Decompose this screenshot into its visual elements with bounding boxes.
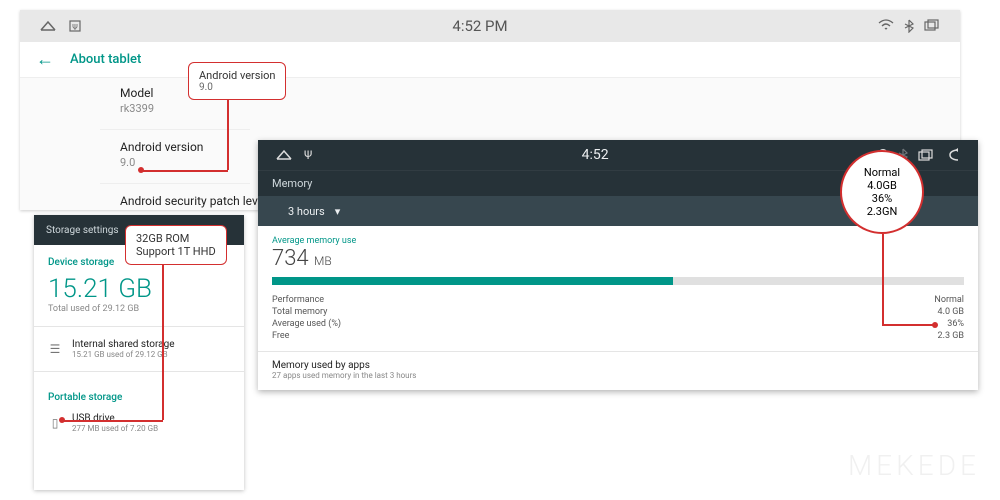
wifi-icon bbox=[878, 19, 894, 33]
stat-value: 4.0 GB bbox=[934, 307, 964, 317]
memory-bar-fill bbox=[272, 277, 673, 285]
avg-memory-number: 734 bbox=[272, 246, 309, 271]
stat-label: Average used (%) bbox=[272, 319, 341, 329]
annotation-line bbox=[162, 262, 164, 420]
callout-memory: Normal 4.0GB 36% 2.3GN bbox=[840, 150, 924, 234]
memory-apps-row[interactable]: Memory used by apps 27 apps used memory … bbox=[272, 360, 964, 380]
avg-memory-value: 734 MB bbox=[272, 246, 964, 271]
callout-value: 9.0 bbox=[199, 82, 275, 93]
internal-storage-row[interactable]: ☰ Internal shared storage 15.21 GB used … bbox=[34, 335, 244, 363]
bluetooth-icon bbox=[904, 19, 914, 33]
usb-icon: Ψ bbox=[304, 148, 312, 162]
annotation-line bbox=[227, 100, 229, 170]
stat-label: Total memory bbox=[272, 307, 341, 317]
back-icon[interactable] bbox=[944, 148, 960, 162]
usb-drive-label: USB drive bbox=[72, 413, 158, 424]
callout-android-version: Android version 9.0 bbox=[188, 62, 286, 100]
internal-storage-label: Internal shared storage bbox=[72, 339, 175, 350]
annotation-dot bbox=[59, 417, 65, 423]
stat-label: Performance bbox=[272, 295, 341, 305]
stat-value: Normal bbox=[934, 295, 964, 305]
status-bar: Ψ 4:52 PM bbox=[20, 10, 960, 42]
callout-line: 4.0GB bbox=[867, 179, 897, 192]
storage-used-value: 15.21 GB bbox=[48, 274, 230, 304]
home-icon[interactable] bbox=[276, 148, 292, 162]
watermark: MEKEDE bbox=[848, 449, 980, 482]
storage-icon: ☰ bbox=[48, 342, 62, 356]
annotation-line bbox=[141, 170, 228, 172]
annotation-dot bbox=[932, 322, 938, 328]
memory-apps-label: Memory used by apps bbox=[272, 360, 964, 371]
callout-line: 36% bbox=[872, 192, 892, 205]
usb-drive-row[interactable]: ▯ USB drive 277 MB used of 7.20 GB bbox=[34, 409, 244, 437]
internal-storage-sub: 15.21 GB used of 29.12 GB bbox=[72, 350, 175, 359]
dropdown-icon: ▾ bbox=[335, 205, 341, 218]
home-icon[interactable] bbox=[40, 19, 56, 33]
memory-apps-sub: 27 apps used memory in the last 3 hours bbox=[272, 371, 964, 380]
callout-line: Normal bbox=[864, 166, 900, 179]
stat-value: 2.3 GB bbox=[934, 331, 964, 341]
back-arrow-icon[interactable]: ← bbox=[36, 49, 54, 70]
screen-header: ← About tablet bbox=[20, 42, 960, 78]
annotation-line bbox=[882, 324, 934, 326]
avg-memory-unit: MB bbox=[314, 254, 332, 268]
annotation-line bbox=[882, 234, 884, 324]
filter-value: 3 hours bbox=[288, 205, 325, 218]
memory-stats: Performance Total memory Average used (%… bbox=[272, 295, 964, 341]
storage-summary[interactable]: 15.21 GB Total used of 29.12 GB bbox=[34, 274, 244, 318]
callout-line: Support 1T HHD bbox=[136, 245, 216, 258]
clock: 4:52 PM bbox=[82, 17, 878, 35]
portable-storage-section: Portable storage bbox=[34, 380, 244, 409]
callout-line: 2.3GN bbox=[867, 205, 898, 218]
usb-icon: Ψ bbox=[68, 19, 82, 33]
clock: 4:52 bbox=[312, 147, 878, 163]
storage-total-label: Total used of 29.12 GB bbox=[48, 304, 230, 314]
annotation-dot bbox=[138, 167, 144, 173]
recent-icon[interactable] bbox=[924, 19, 940, 33]
model-value: rk3399 bbox=[120, 102, 960, 115]
callout-line: 32GB ROM bbox=[136, 232, 216, 245]
svg-text:Ψ: Ψ bbox=[72, 23, 78, 32]
screen-title: About tablet bbox=[70, 52, 141, 67]
usb-drive-sub: 277 MB used of 7.20 GB bbox=[72, 424, 158, 433]
annotation-line bbox=[62, 420, 163, 422]
callout-title: Android version bbox=[199, 69, 275, 82]
stat-label: Free bbox=[272, 331, 341, 341]
memory-bar bbox=[272, 277, 964, 285]
avg-memory-label: Average memory use bbox=[272, 236, 964, 246]
recent-icon[interactable] bbox=[918, 149, 934, 161]
stat-value: 36% bbox=[934, 319, 964, 329]
callout-rom: 32GB ROM Support 1T HHD bbox=[125, 225, 227, 265]
